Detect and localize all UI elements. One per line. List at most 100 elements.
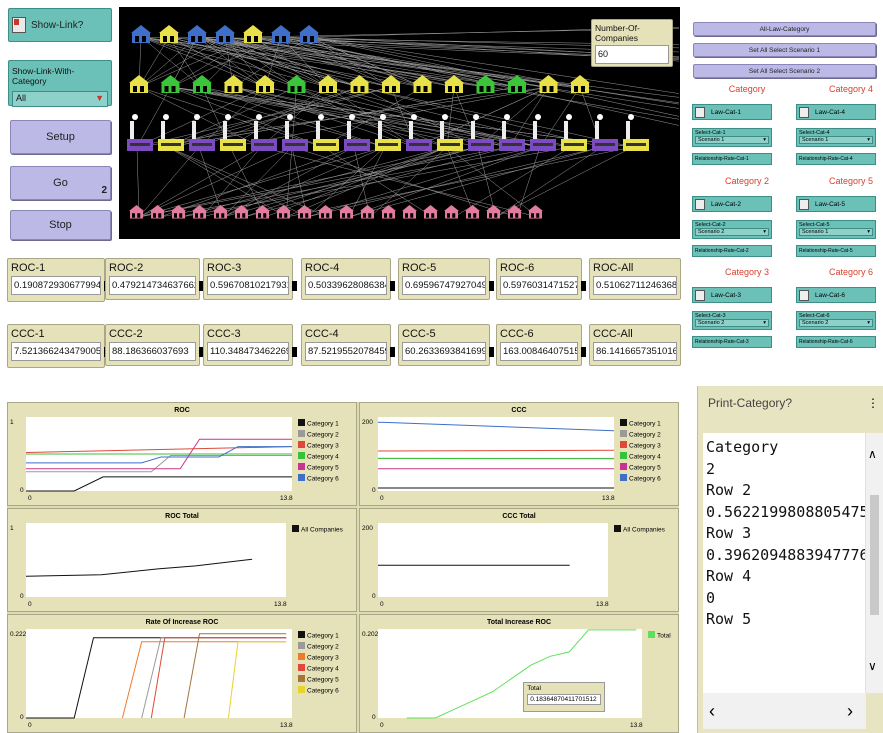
- x-tick-label: 13.8: [280, 495, 293, 502]
- select-cat-chooser[interactable]: Select-Cat-6 Scenario 2 ▾: [796, 311, 876, 330]
- chooser-value[interactable]: All ▼: [12, 91, 108, 107]
- monitor-roc-3: ROC-3 0.5967081021793134: [203, 258, 297, 300]
- output-line: Row 4: [706, 567, 752, 585]
- all-law-category-button[interactable]: All-Law-Category: [693, 22, 876, 36]
- monitor-roc-6: ROC-6 0.5976031471527847: [496, 258, 586, 300]
- plot-svg: ROC Total 1 00 13.8 All Companies: [10, 513, 344, 608]
- y-tick-label: 0: [20, 593, 24, 600]
- law-cat-label: Law-Cat-3: [711, 291, 741, 299]
- legend-label: Category 3: [307, 443, 339, 450]
- scroll-up-icon[interactable]: ∧: [868, 447, 877, 461]
- legend-swatch: [620, 430, 627, 437]
- monitor-roc-2: ROC-2 0.479214734637662 5: [105, 258, 204, 300]
- monitor-label: ROC-1: [11, 262, 46, 274]
- x-tick-label: 0: [380, 601, 384, 608]
- monitor-ccc-5: CCC-5 60.26336938416999: [398, 324, 494, 366]
- legend-label: Category 6: [307, 688, 339, 695]
- select-cat-value[interactable]: Scenario 2 ▾: [695, 319, 769, 327]
- legend-label: Category 2: [629, 432, 661, 439]
- legend-label: Category 4: [307, 454, 339, 461]
- select-cat-chooser[interactable]: Select-Cat-1 Scenario 1 ▾: [692, 128, 772, 147]
- monitor-value: 110.348473462269: [207, 342, 289, 361]
- house-icon: [255, 205, 270, 219]
- house-icon: [271, 25, 291, 43]
- select-cat-value[interactable]: Scenario 2 ▾: [799, 319, 873, 327]
- select-cat-value-text: Scenario 2: [698, 229, 725, 235]
- monitor-ccc-all: CCC-All 86.14166573510168: [589, 324, 681, 366]
- monitor-label: ROC-2: [109, 262, 144, 274]
- relationship-rate-slider[interactable]: Relationship-Rate-Cat-3: [692, 336, 772, 348]
- monitor-label: ROC-5: [402, 262, 437, 274]
- plot: CCC Total 200 0 0 13.8 All Companies: [359, 508, 679, 612]
- legend-label: Category 1: [307, 421, 339, 428]
- stop-button[interactable]: Stop: [10, 210, 111, 240]
- house-icon: [339, 205, 354, 219]
- show-link-switch[interactable]: Show-Link?: [8, 8, 112, 42]
- monitor-value: 0.5976031471527847: [500, 276, 578, 295]
- relationship-rate-slider[interactable]: Relationship-Rate-Cat-5: [796, 245, 876, 257]
- x-tick-label: 0: [28, 495, 32, 502]
- set-all-scenario-1-button[interactable]: Set All Select Scenario 1: [693, 43, 876, 57]
- chooser-label: Show-Link-With-Category: [12, 66, 75, 86]
- law-cat-switch[interactable]: Law-Cat-3: [692, 287, 772, 303]
- house-icon: [243, 25, 263, 43]
- house-icon: [276, 205, 291, 219]
- monitor-label: ROC-All: [593, 262, 634, 274]
- plot: ROC 1 0 0 13.8 Category 1 Category 2 Category 3…: [7, 402, 357, 506]
- chevron-down-icon: ▼: [95, 93, 104, 103]
- plot-area: [378, 523, 608, 597]
- set-all-scenario-2-button[interactable]: Set All Select Scenario 2: [693, 64, 876, 78]
- vertical-scrollbar[interactable]: ∧ ∨: [866, 433, 883, 693]
- house-icon: [465, 205, 480, 219]
- house-icon: [131, 25, 151, 43]
- select-cat-chooser[interactable]: Select-Cat-2 Scenario 2 ▾: [692, 220, 772, 239]
- category-title: Category 5: [828, 176, 874, 186]
- monitor-value: 87.52195520784599: [305, 342, 387, 361]
- scroll-right-icon[interactable]: ›: [847, 701, 853, 722]
- relationship-rate-slider[interactable]: Relationship-Rate-Cat-1: [692, 153, 772, 165]
- house-icon: [444, 205, 459, 219]
- house-icon: [299, 25, 319, 43]
- plot-svg: ROC 1 00 13.8 Category 1 Category 2 Category 3…: [10, 407, 339, 502]
- monitor-label: CCC-1: [11, 328, 45, 340]
- select-cat-chooser[interactable]: Select-Cat-4 Scenario 1 ▾: [796, 128, 876, 147]
- y-tick-label: 200: [362, 525, 373, 532]
- select-cat-value[interactable]: Scenario 2 ▾: [695, 228, 769, 236]
- scroll-left-icon[interactable]: ‹: [709, 701, 715, 722]
- world-view[interactable]: Number-Of-Companies 60: [119, 7, 681, 239]
- relationship-rate-slider[interactable]: Relationship-Rate-Cat-4: [796, 153, 876, 165]
- relationship-rate-slider[interactable]: Relationship-Rate-Cat-6: [796, 336, 876, 348]
- legend-swatch: [620, 441, 627, 448]
- category-title: Category 3: [724, 267, 770, 277]
- plot-title: CCC: [511, 407, 526, 414]
- x-tick-label: 0: [380, 722, 384, 729]
- go-button[interactable]: Go 2: [10, 166, 111, 200]
- law-cat-switch[interactable]: Law-Cat-1: [692, 104, 772, 120]
- law-cat-switch[interactable]: Law-Cat-5: [796, 196, 876, 212]
- monitor-roc-5: ROC-5 0.6959674792704929: [398, 258, 494, 300]
- house-icon: [150, 205, 165, 219]
- house-icon: [129, 75, 149, 93]
- show-link-with-category-chooser[interactable]: Show-Link-With-Category All ▼: [8, 60, 112, 107]
- separator-mark: [292, 347, 297, 357]
- select-cat-chooser[interactable]: Select-Cat-3 Scenario 2 ▾: [692, 311, 772, 330]
- law-cat-switch[interactable]: Law-Cat-6: [796, 287, 876, 303]
- law-cat-switch[interactable]: Law-Cat-4: [796, 104, 876, 120]
- select-cat-value[interactable]: Scenario 1 ▾: [695, 136, 769, 144]
- plot-title: ROC: [174, 407, 190, 414]
- scroll-thumb[interactable]: [870, 495, 879, 615]
- legend-label: Category 6: [629, 476, 661, 483]
- select-cat-chooser[interactable]: Select-Cat-5 Scenario 1 ▾: [796, 220, 876, 239]
- law-cat-switch[interactable]: Law-Cat-2: [692, 196, 772, 212]
- house-icon: [318, 205, 333, 219]
- plot-area: [378, 417, 614, 491]
- relationship-rate-slider[interactable]: Relationship-Rate-Cat-2: [692, 245, 772, 257]
- select-cat-value[interactable]: Scenario 1 ▾: [799, 136, 873, 144]
- toggle-icon: [799, 289, 809, 301]
- scroll-down-icon[interactable]: ∨: [868, 659, 877, 673]
- setup-button[interactable]: Setup: [10, 120, 111, 154]
- separator-mark: [581, 281, 586, 291]
- house-icon: [475, 75, 496, 93]
- horizontal-scrollbar[interactable]: ‹ ›: [703, 693, 866, 729]
- select-cat-value[interactable]: Scenario 1 ▾: [799, 228, 873, 236]
